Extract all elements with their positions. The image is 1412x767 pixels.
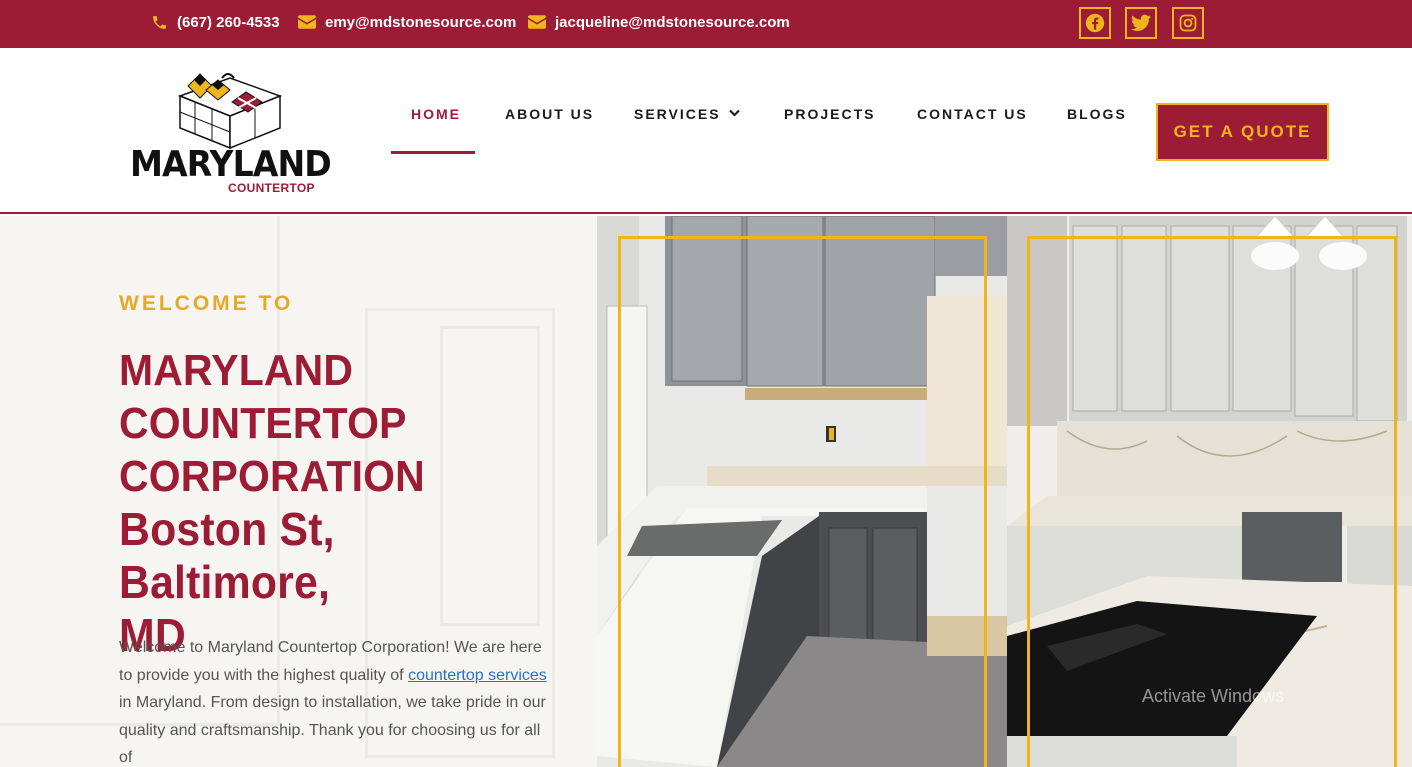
hero-intro: WELCOME TO MARYLAND COUNTERTOP CORPORATI… <box>0 216 597 767</box>
top-bar: (667) 260-4533 emy@mdstonesource.com jac… <box>0 0 1412 48</box>
hero-title: MARYLAND COUNTERTOP CORPORATION Boston S… <box>119 344 547 662</box>
get-a-quote-button[interactable]: GET A QUOTE <box>1156 103 1329 161</box>
nav-home-label: HOME <box>411 106 461 122</box>
hero-title-line: MARYLAND <box>119 346 354 395</box>
kitchen-photo-2 <box>1007 216 1412 767</box>
nav-about-label: ABOUT US <box>505 106 595 122</box>
activate-windows-watermark: Activate Windows <box>1142 686 1285 706</box>
nav-blogs[interactable]: BLOGS <box>1067 96 1127 132</box>
nav-home[interactable]: HOME <box>411 96 461 132</box>
email-link-1[interactable]: emy@mdstonesource.com <box>298 0 516 44</box>
twitter-button[interactable] <box>1125 7 1157 39</box>
chevron-down-icon <box>728 108 740 120</box>
brand-subtitle: COUNTERTOP <box>228 181 315 195</box>
nav-services[interactable]: SERVICES <box>634 96 740 132</box>
instagram-button[interactable] <box>1172 7 1204 39</box>
brand-name: MARYLAND <box>130 144 332 185</box>
phone-text: (667) 260-4533 <box>177 13 280 31</box>
instagram-icon <box>1179 14 1197 32</box>
phone-link[interactable]: (667) 260-4533 <box>150 0 280 44</box>
twitter-icon <box>1131 14 1151 31</box>
nav-projects-label: PROJECTS <box>784 106 876 122</box>
nav-contact-us[interactable]: CONTACT US <box>917 96 1028 132</box>
nav-contact-label: CONTACT US <box>917 106 1028 122</box>
nav-services-label: SERVICES <box>634 106 721 122</box>
facebook-button[interactable] <box>1079 7 1111 39</box>
nav-active-indicator <box>391 151 475 154</box>
email-link-2[interactable]: jacqueline@mdstonesource.com <box>528 0 790 44</box>
hero-text-part: in Maryland. From design to installation… <box>119 694 546 766</box>
envelope-icon <box>298 13 316 31</box>
kitchen-photo-1 <box>597 216 1007 767</box>
countertop-services-link[interactable]: countertop services <box>408 667 547 684</box>
brand-logo[interactable]: MARYLAND COUNTERTOP <box>130 68 332 198</box>
hero-title-line: COUNTERTOP <box>119 399 407 448</box>
hero-title-line: CORPORATION <box>119 452 425 501</box>
phone-icon <box>150 13 168 31</box>
envelope-icon <box>528 13 546 31</box>
hero-location-line: Boston St, Baltimore, <box>119 503 335 608</box>
facebook-icon <box>1085 13 1105 33</box>
nav-about-us[interactable]: ABOUT US <box>505 96 594 132</box>
site-header: MARYLAND COUNTERTOP HOME ABOUT US SERVIC… <box>0 48 1412 214</box>
hero-kicker: WELCOME TO <box>119 292 294 315</box>
nav-projects[interactable]: PROJECTS <box>784 96 875 132</box>
email-text-2: jacqueline@mdstonesource.com <box>555 13 790 31</box>
hero-description: Welcome to Maryland Countertop Corporati… <box>119 634 549 767</box>
decorative-frame <box>618 236 987 767</box>
nav-blogs-label: BLOGS <box>1067 106 1127 122</box>
email-text-1: emy@mdstonesource.com <box>325 13 517 31</box>
